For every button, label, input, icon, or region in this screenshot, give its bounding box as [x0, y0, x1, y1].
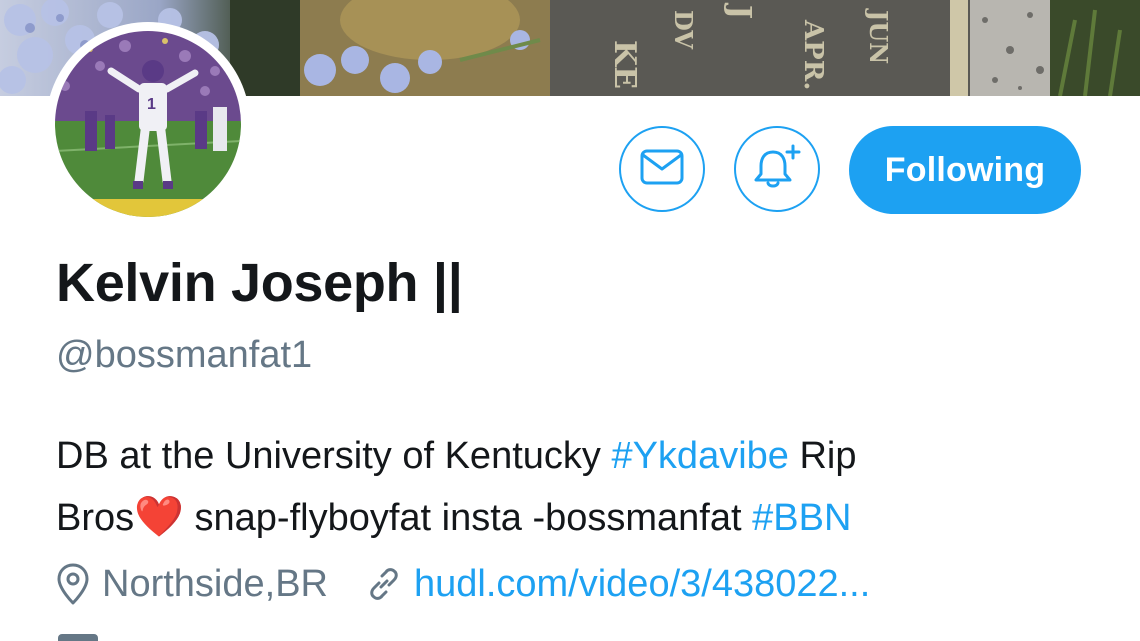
- hashtag-link[interactable]: #Ykdavibe: [611, 435, 788, 477]
- display-name-suffix: ||: [432, 253, 463, 313]
- bio-text: Rip: [788, 435, 857, 477]
- calendar-icon: [58, 634, 98, 641]
- profile-avatar[interactable]: 1: [46, 22, 250, 226]
- profile-meta: Northside,BR hudl.com/video/3/438022...: [56, 558, 870, 610]
- heart-emoji: ❤️: [134, 495, 184, 539]
- display-name-text: Kelvin Joseph: [56, 253, 419, 313]
- profile-bio: DB at the University of Kentucky #Ykdavi…: [56, 426, 1096, 549]
- avatar-photo: 1: [55, 31, 241, 217]
- bio-text: Bros: [56, 497, 135, 539]
- bell-plus-icon: [753, 144, 801, 195]
- banner-engraving-3: J: [722, 2, 757, 19]
- banner-engraving-5: JUN: [864, 8, 893, 64]
- banner-engraving-4: APR.: [798, 19, 828, 90]
- website-link[interactable]: hudl.com/video/3/438022...: [414, 563, 870, 606]
- svg-text:1: 1: [147, 96, 156, 113]
- envelope-icon: [640, 149, 684, 190]
- banner-engraving-2: DV: [669, 10, 698, 49]
- bio-text: snap-flyboyfat insta -bossmanfat: [183, 497, 753, 539]
- location-pin-icon: [56, 563, 90, 605]
- location-text: Northside,BR: [102, 562, 328, 605]
- following-button[interactable]: Following: [849, 126, 1081, 214]
- bio-line-1: DB at the University of Kentucky #Ykdavi…: [56, 426, 1096, 487]
- display-name: Kelvin Joseph ||: [56, 252, 463, 314]
- banner-engraving-1: KE: [607, 40, 642, 89]
- bio-text: DB at the University of Kentucky: [56, 435, 612, 477]
- bio-line-2: Bros❤️ snap-flyboyfat insta -bossmanfat …: [56, 487, 1096, 549]
- notifications-button[interactable]: [734, 126, 820, 212]
- hashtag-link[interactable]: #BBN: [752, 497, 851, 539]
- message-button[interactable]: [619, 126, 705, 212]
- profile-page: KE DV J APR. JUN 1 Following Kelvin Jose…: [0, 0, 1140, 641]
- link-icon: [366, 566, 402, 602]
- user-handle: @bossmanfat1: [56, 334, 313, 376]
